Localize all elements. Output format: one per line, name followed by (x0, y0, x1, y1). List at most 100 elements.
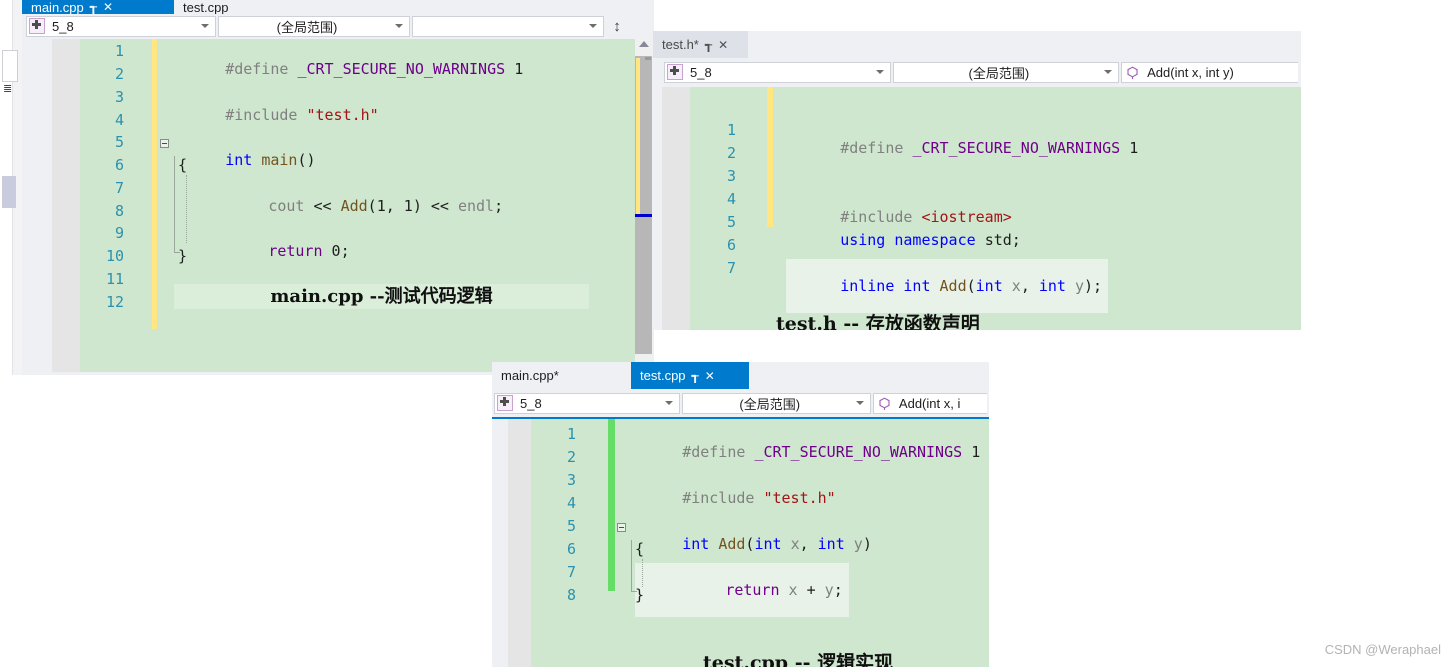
line-number: 2 (566, 448, 576, 466)
pin-icon[interactable]: ┱ (705, 39, 712, 51)
tab-label: main.cpp (31, 0, 84, 14)
tab-label: main.cpp* (501, 368, 559, 383)
tabstrip-window-2: test.h* ┱ ✕ (653, 31, 1301, 58)
member-combo-value: Add(int x, int y) (1147, 64, 1234, 80)
line-number: 9 (114, 224, 124, 242)
project-combo-window-2[interactable]: 5_8 (664, 61, 891, 83)
fold-toggle-icon[interactable] (160, 139, 169, 148)
code-line-6: { (178, 156, 188, 174)
editor-window-2[interactable]: 1 2 3 4 5 6 7 #define _CRT_SECURE_NO_WAR… (662, 87, 1301, 330)
line-number: 6 (726, 236, 736, 254)
line-number: 6 (566, 540, 576, 558)
scope-combo-window-1[interactable]: (全局范围) (218, 15, 410, 37)
tab-test-h[interactable]: test.h* ┱ ✕ (653, 31, 748, 58)
chevron-down-icon[interactable] (589, 24, 597, 28)
line-number: 3 (726, 167, 736, 185)
editor-gutter-window-1 (52, 39, 80, 372)
close-icon[interactable]: ✕ (705, 370, 715, 382)
line-number: 7 (114, 179, 124, 197)
navbar-window-2: 5_8 (全局范围) Add(int x, int y) (662, 60, 1300, 85)
project-icon (667, 64, 683, 80)
change-marker (636, 58, 640, 216)
project-combo-value: 5_8 (52, 18, 74, 34)
member-combo-value: Add(int x, i (898, 395, 961, 411)
line-number: 4 (566, 494, 576, 512)
line-number: 10 (105, 247, 124, 265)
tab-main-cpp-modified[interactable]: main.cpp* (492, 362, 631, 389)
line-number: 5 (726, 213, 736, 231)
project-icon (29, 18, 45, 34)
main-cpp-window: main.cpp ┱ ✕ test.cpp 5_8 (全局范围) ↕ 1 2 3… (22, 0, 654, 375)
chevron-down-icon[interactable] (201, 24, 209, 28)
line-number: 2 (726, 144, 736, 162)
line-number: 11 (105, 270, 124, 288)
code-line-1: #define _CRT_SECURE_NO_WARNINGS 1 (840, 139, 1139, 157)
line-number: 7 (566, 563, 576, 581)
change-bar-window-2 (767, 87, 773, 227)
pin-icon[interactable]: ┱ (692, 370, 699, 382)
annotation-main-cpp: main.cpp --测试代码逻辑 (174, 284, 589, 309)
tab-test-cpp-active[interactable]: test.cpp ┱ ✕ (631, 362, 749, 389)
indent-guide (186, 175, 188, 243)
scope-combo-value: (全局范围) (739, 396, 801, 412)
tab-label: test.cpp (183, 0, 229, 14)
change-bar-window-1 (152, 39, 157, 329)
change-bar-window-3 (608, 419, 615, 591)
toolbox-collapsed-tab-visible[interactable] (2, 50, 18, 82)
line-number: 2 (114, 65, 124, 83)
watermark: CSDN @Weraphael (1324, 642, 1441, 657)
scroll-up-arrow-icon[interactable] (639, 41, 649, 47)
chevron-down-icon[interactable] (1104, 70, 1113, 74)
editor-gutter-window-3 (508, 419, 531, 667)
annotation-test-cpp: test.cpp -- 逻辑实现 (703, 652, 894, 667)
line-number: 12 (105, 293, 124, 311)
annotation-test-h: test.h -- 存放函数声明 (776, 313, 980, 330)
editor-window-3[interactable]: 1 2 3 4 5 6 7 8 #define _CRT_SECURE_NO_W… (508, 419, 989, 667)
tab-label: test.h* (662, 37, 699, 52)
editor-window-1[interactable]: 1 2 3 4 5 6 7 8 9 10 11 12 #define _CRT_… (52, 39, 635, 372)
line-number: 8 (114, 202, 124, 220)
line-number: 3 (566, 471, 576, 489)
vertical-scrollbar-window-1[interactable] (635, 39, 652, 372)
split-window-icon[interactable]: ↕ (606, 16, 628, 37)
tab-label: test.cpp (640, 368, 686, 383)
code-line-6: { (635, 540, 645, 558)
line-number: 5 (566, 517, 576, 535)
code-line-10: } (178, 247, 188, 265)
test-h-window: test.h* ┱ ✕ 5_8 (全局范围) Add(int x, int y) (653, 31, 1301, 330)
chevron-down-icon[interactable] (855, 401, 864, 405)
chevron-down-icon[interactable] (395, 24, 403, 28)
line-number: 3 (114, 88, 124, 106)
line-number: 1 (114, 42, 124, 60)
tab-test-cpp[interactable]: test.cpp (174, 0, 238, 14)
line-number: 1 (726, 121, 736, 139)
line-number: 5 (114, 133, 124, 151)
scope-combo-value: (全局范围) (276, 19, 338, 35)
code-line-9: return 0; (268, 242, 350, 260)
code-line-7: inline int Add(int x, int y); (786, 259, 1109, 313)
member-combo-window-1[interactable] (412, 15, 604, 37)
navbar-window-1: 5_8 (全局范围) ↕ (24, 14, 652, 39)
tab-main-cpp[interactable]: main.cpp ┱ ✕ (22, 0, 174, 14)
member-combo-window-3[interactable]: Add(int x, i (872, 392, 987, 414)
method-icon (878, 397, 891, 410)
line-number: 6 (114, 156, 124, 174)
navbar-window-3: 5_8 (全局范围) Add(int x, i (492, 391, 989, 416)
scope-combo-window-3[interactable]: (全局范围) (682, 392, 871, 414)
pin-icon[interactable]: ┱ (90, 1, 97, 13)
project-combo-value: 5_8 (690, 64, 712, 80)
scope-combo-value: (全局范围) (968, 65, 1030, 81)
project-combo-value: 5_8 (520, 395, 542, 411)
close-icon[interactable]: ✕ (103, 1, 113, 13)
chevron-down-icon[interactable] (665, 401, 674, 405)
project-combo-window-1[interactable]: 5_8 (26, 15, 216, 37)
server-explorer-icon[interactable]: ≣ (3, 82, 12, 95)
fold-toggle-icon[interactable] (617, 523, 626, 532)
chevron-down-icon[interactable] (875, 70, 884, 74)
scope-combo-window-2[interactable]: (全局范围) (892, 61, 1120, 83)
close-icon[interactable]: ✕ (718, 39, 728, 51)
tabstrip-window-1: main.cpp ┱ ✕ test.cpp (22, 0, 654, 14)
left-strip-thumb[interactable] (2, 176, 16, 208)
member-combo-window-2[interactable]: Add(int x, int y) (1121, 61, 1298, 83)
project-combo-window-3[interactable]: 5_8 (494, 392, 681, 414)
